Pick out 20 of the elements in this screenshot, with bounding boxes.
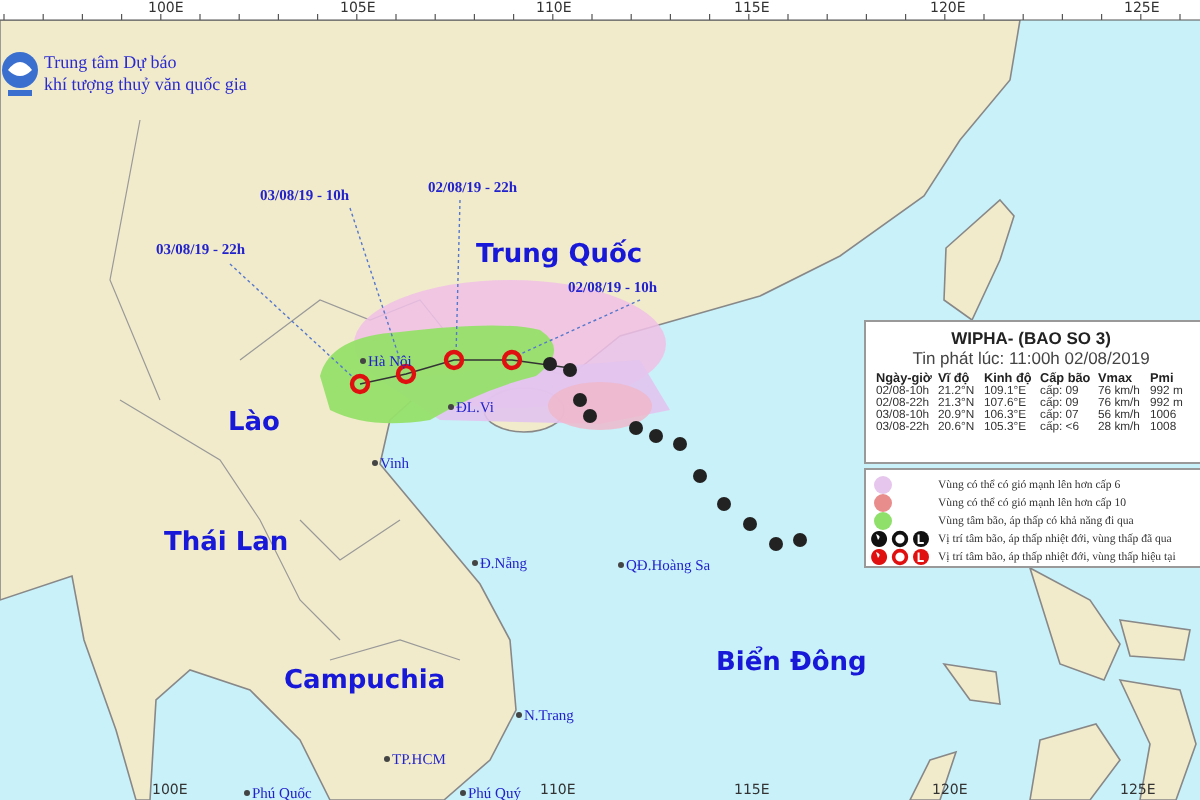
city-dot-icon	[460, 790, 466, 796]
region-label: Lào	[228, 410, 280, 436]
city-dot-icon	[516, 712, 522, 718]
city-dot-icon	[618, 562, 624, 568]
city-dot-icon	[472, 560, 478, 566]
region-label: Biển Đông	[716, 650, 867, 676]
city-dot-icon	[360, 358, 366, 364]
city-dot-icon	[372, 460, 378, 466]
storm-title: WIPHA- (BAO SO 3)	[949, 328, 1113, 348]
region-label: Campuchia	[284, 668, 446, 694]
city-dot-icon	[244, 790, 250, 796]
agency-name: Trung tâm Dự báo	[44, 54, 177, 72]
agency-logo-icon	[0, 50, 40, 98]
region-label: Trung Quốc	[476, 242, 643, 268]
city-dot-icon	[448, 404, 454, 410]
past-position-icon	[870, 530, 930, 548]
region-label: Thái Lan	[164, 530, 289, 556]
city-dot-icon	[384, 756, 390, 762]
agency-name: khí tượng thuỷ văn quốc gia	[44, 76, 247, 94]
issue-time: Tin phát lúc: 11:00h 02/08/2019	[910, 348, 1152, 368]
